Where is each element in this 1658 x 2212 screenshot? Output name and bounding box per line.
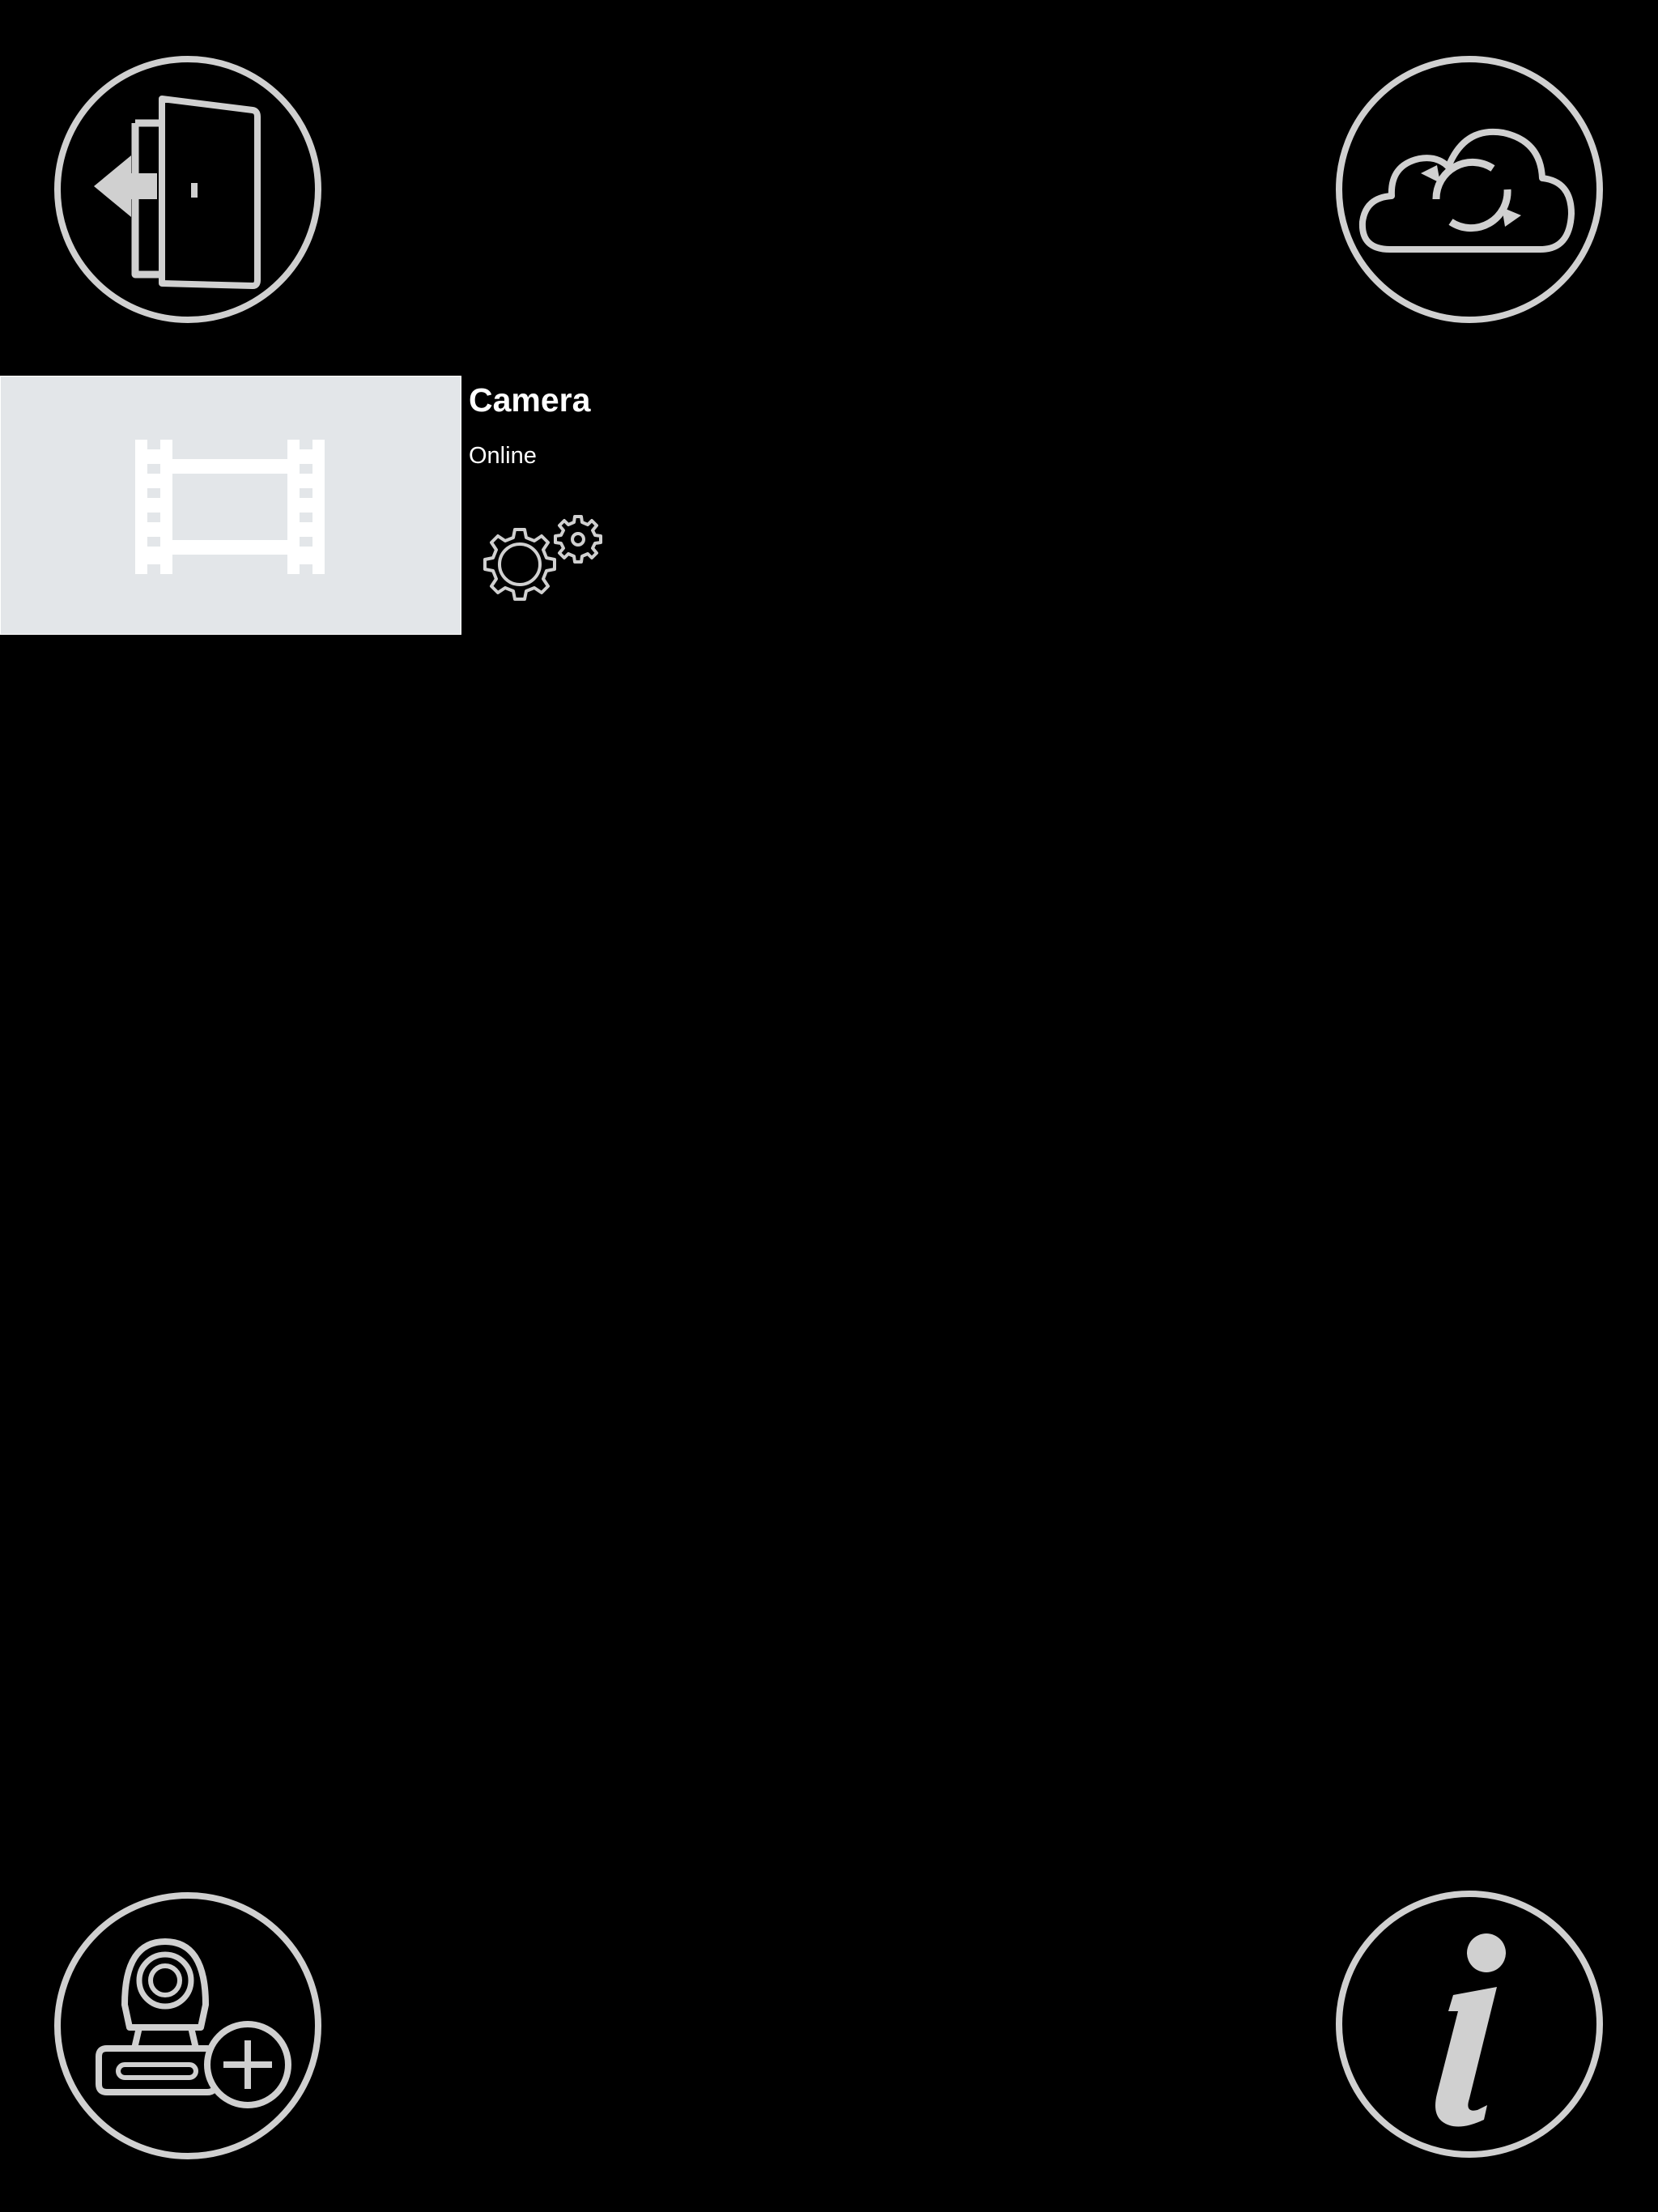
film-strip-icon: [135, 440, 325, 574]
logout-button[interactable]: [53, 55, 322, 324]
camera-thumbnail[interactable]: [0, 376, 461, 635]
add-camera-icon: [54, 1892, 321, 2159]
info-icon: [1336, 1891, 1603, 2158]
cloud-sync-icon: [1336, 56, 1603, 323]
logout-door-icon: [54, 56, 321, 323]
camera-list-item[interactable]: Camera Online: [0, 376, 615, 636]
gears-icon: [483, 515, 602, 601]
info-button[interactable]: [1335, 1890, 1604, 2159]
add-camera-button[interactable]: [53, 1891, 322, 2160]
camera-settings-button[interactable]: [483, 515, 606, 606]
camera-status: Online: [469, 443, 537, 469]
camera-name: Camera: [469, 381, 591, 419]
cloud-sync-button[interactable]: [1335, 55, 1604, 324]
